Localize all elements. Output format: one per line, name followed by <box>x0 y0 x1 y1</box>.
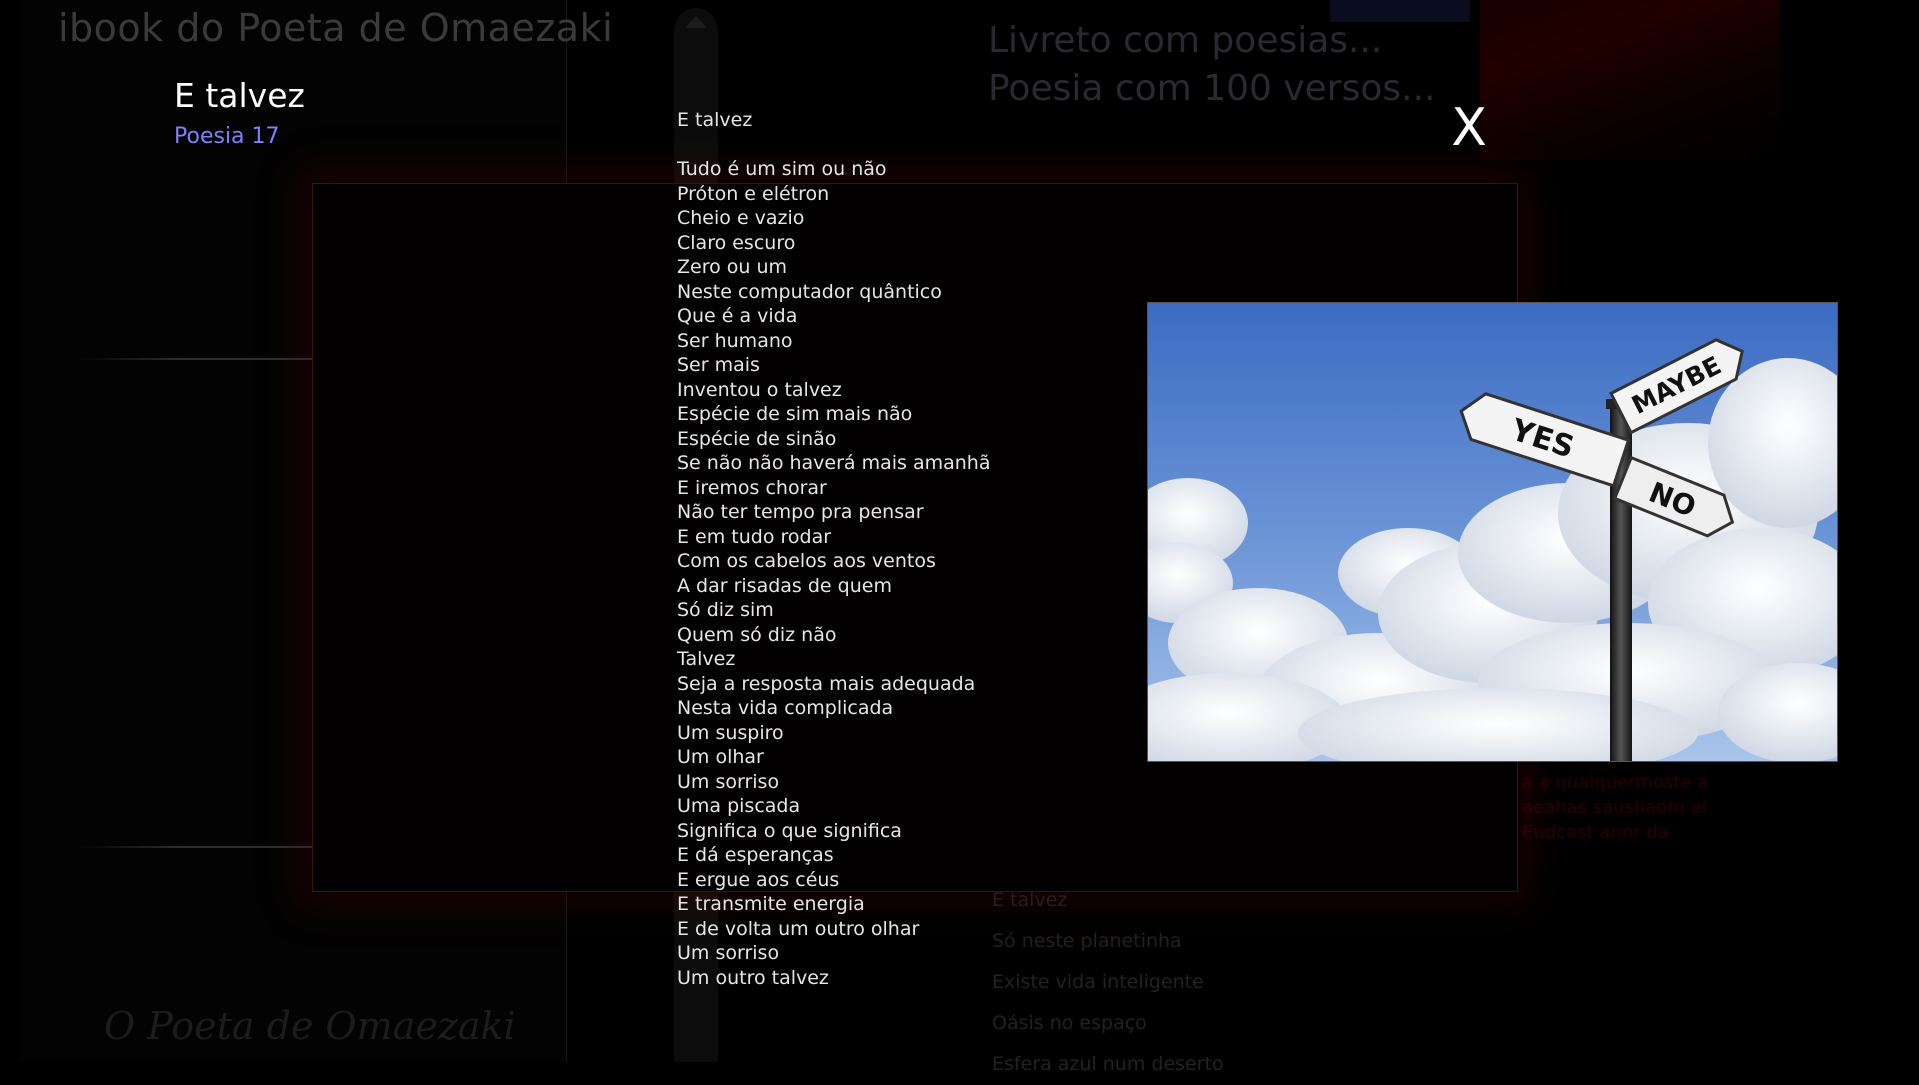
poem-line: Espécie de sinão <box>677 427 837 450</box>
background-list-item[interactable]: Oásis no espaço <box>992 1003 1224 1044</box>
poem-line: Tudo é um sim ou não <box>677 158 887 180</box>
poem-line: Quem só diz não <box>677 623 837 646</box>
background-list-item[interactable]: Existe vida inteligente <box>992 962 1224 1003</box>
poem-line: A dar risadas de quem <box>677 574 892 597</box>
poet-signature: O Poeta de Omaezaki <box>104 1004 516 1048</box>
background-list-item[interactable]: Só neste planetinha <box>992 921 1224 962</box>
poem-spacer <box>677 133 991 158</box>
poem-line: Ser humano <box>677 329 793 352</box>
window-left-edge <box>0 0 19 1062</box>
background-artwork <box>1480 0 1780 160</box>
poem-line: Espécie de sim mais não <box>677 403 913 425</box>
poem-line: E em tudo rodar <box>677 525 832 548</box>
poem-heading: E talvez <box>677 109 753 131</box>
background-red-text: a a qualquermoste a aeahas saushaom ei E… <box>1522 772 1709 843</box>
poem-line: Zero ou um <box>677 256 788 278</box>
poem-line: Um sorriso <box>677 770 780 793</box>
poem-line: Que é a vida <box>677 305 798 327</box>
poem-line: Neste computador quântico <box>677 280 942 303</box>
poem-line: Ser mais <box>677 354 760 376</box>
close-button[interactable]: X <box>1449 98 1489 158</box>
poem-title: E talvez <box>174 76 305 115</box>
poem-line: Talvez <box>677 648 736 670</box>
poem-line: Um suspiro <box>677 721 784 744</box>
poem-line: E transmite energia <box>677 893 865 915</box>
poem-line: Significa o que significa <box>677 819 902 842</box>
background-artwork <box>1330 0 1470 22</box>
background-list-item[interactable]: Esfera azul num deserto <box>992 1044 1224 1085</box>
poem-line: Uma piscada <box>677 795 801 817</box>
poem-line: Próton e elétron <box>677 182 830 205</box>
poem-line: Nesta vida complicada <box>677 697 894 719</box>
app-title: ibook do Poeta de Omaezaki <box>58 6 614 50</box>
poem-line: Só diz sim <box>677 599 774 621</box>
poem-line: Um olhar <box>677 746 764 768</box>
poem-line: Um outro talvez <box>677 966 829 989</box>
poem-line: Seja a resposta mais adequada <box>677 672 976 695</box>
poem-line: Não ter tempo pra pensar <box>677 501 924 523</box>
signpost-illustration: MAYBE YES NO <box>1147 302 1838 762</box>
poem-line: Se não não haverá mais amanhã <box>677 452 991 474</box>
poem-line: Claro escuro <box>677 231 796 254</box>
poem-line: Inventou o talvez <box>677 378 842 401</box>
poem-line: E dá esperanças <box>677 844 834 866</box>
poem-line: Com os cabelos aos ventos <box>677 550 936 572</box>
background-poem-list: E talvez Só neste planetinha Existe vida… <box>992 880 1224 1085</box>
poem-line: E de volta um outro olhar <box>677 917 920 940</box>
background-heading: Livreto com poesias... <box>988 20 1383 61</box>
poem-line: E ergue aos céus <box>677 868 840 891</box>
poem-text: E talvez Tudo é um sim ou não Próton e el… <box>677 108 991 990</box>
poem-line: E iremos chorar <box>677 476 827 499</box>
poem-line: Um sorriso <box>677 942 780 964</box>
poem-line: Cheio e vazio <box>677 207 805 229</box>
background-subheading: Poesia com 100 versos... <box>988 68 1436 109</box>
poem-number: Poesia 17 <box>174 124 280 149</box>
scroll-up-arrow-icon[interactable] <box>685 16 707 28</box>
